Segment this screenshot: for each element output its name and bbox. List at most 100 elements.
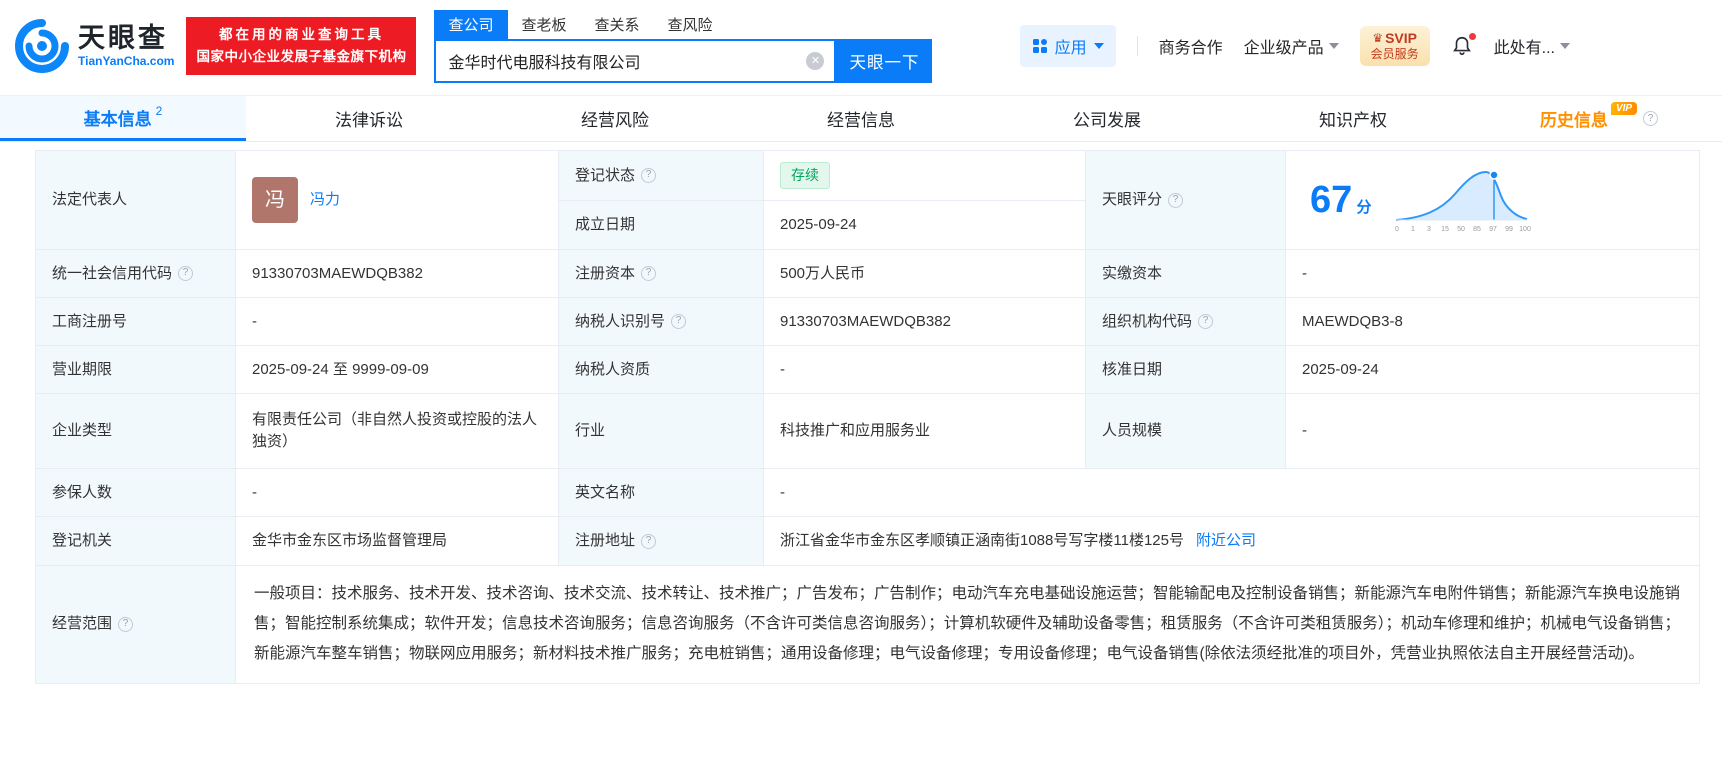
vip-tag: VIP (1611, 102, 1637, 115)
help-icon[interactable]: ? (1168, 193, 1183, 208)
app-menu-label: 应用 (1055, 34, 1087, 58)
field-value-insured-count: - (236, 469, 559, 517)
credit-code-label: 统一社会信用代码 (52, 263, 172, 285)
account-menu[interactable]: 此处有... (1494, 34, 1570, 58)
section-tabbar: 基本信息 2 法律诉讼 经营风险 经营信息 公司发展 知识产权 历史信息 VIP… (0, 95, 1722, 142)
help-icon[interactable]: ? (641, 266, 656, 281)
field-label-biz-term: 营业期限 (36, 346, 236, 394)
biz-coop-link[interactable]: 商务合作 (1159, 34, 1223, 58)
legal-rep-name-link[interactable]: 冯力 (310, 189, 340, 211)
company-type-value: 有限责任公司（非自然人投资或控股的法人独资） (252, 409, 542, 453)
notifications-button[interactable] (1451, 35, 1473, 57)
business-scope-label: 经营范围 (52, 613, 112, 635)
tianyancha-logo[interactable]: 天眼查 TianYanCha.com (14, 18, 174, 74)
field-label-reg-capital: 注册资本 ? (559, 250, 764, 298)
search-input[interactable] (436, 41, 834, 81)
logo-text: 天眼查 TianYanCha.com (78, 24, 174, 68)
score-distribution-chart: 0 1 3 15 50 85 97 99 100 (1393, 162, 1533, 238)
search-box: ✕ 天眼一下 (434, 39, 932, 83)
reg-capital-label: 注册资本 (575, 263, 635, 285)
field-value-reg-status: 存续 (764, 151, 1086, 201)
search-button[interactable]: 天眼一下 (836, 39, 932, 83)
insured-count-label: 参保人数 (52, 482, 112, 504)
brand-domain: TianYanCha.com (78, 54, 174, 68)
help-icon[interactable]: ? (641, 168, 656, 183)
industry-label: 行业 (575, 420, 605, 442)
field-label-reg-address: 注册地址 ? (559, 517, 764, 566)
english-name-value: - (780, 482, 785, 504)
help-icon[interactable]: ? (1643, 111, 1658, 126)
tab-lawsuits[interactable]: 法律诉讼 (246, 96, 492, 141)
help-icon[interactable]: ? (178, 266, 193, 281)
tab-basic-label: 基本信息 (84, 105, 152, 130)
status-badge: 存续 (780, 162, 830, 188)
est-date-value: 2025-09-24 (780, 214, 857, 236)
search-tab-risk[interactable]: 查风险 (654, 10, 727, 39)
app-menu-button[interactable]: 应用 (1020, 25, 1116, 67)
tax-qualification-value: - (780, 359, 785, 381)
help-icon[interactable]: ? (118, 617, 133, 632)
chevron-down-icon (1094, 43, 1104, 49)
field-label-staff-size: 人员规模 (1086, 394, 1286, 469)
search-tab-relation[interactable]: 查关系 (581, 10, 654, 39)
tax-id-value: 91330703MAEWDQB382 (780, 311, 951, 333)
tab-operating-risk[interactable]: 经营风险 (492, 96, 738, 141)
field-value-reg-authority: 金华市金东区市场监督管理局 (236, 517, 559, 566)
search-tab-company[interactable]: 查公司 (434, 10, 507, 39)
svg-text:100: 100 (1520, 226, 1532, 233)
svip-member-button[interactable]: ♛ SVIP 会员服务 (1360, 26, 1430, 67)
tab-business-info[interactable]: 经营信息 (738, 96, 984, 141)
tianyancha-swirl-icon (14, 18, 70, 74)
chevron-down-icon (1560, 43, 1570, 49)
notification-dot (1469, 33, 1476, 40)
clear-search-icon[interactable]: ✕ (806, 52, 824, 70)
field-value-tax-id: 91330703MAEWDQB382 (764, 298, 1086, 346)
nearby-companies-link[interactable]: 附近公司 (1196, 530, 1256, 552)
field-label-company-type: 企业类型 (36, 394, 236, 469)
est-date-label: 成立日期 (575, 214, 635, 236)
company-type-label: 企业类型 (52, 420, 112, 442)
business-scope-value: 一般项目：技术服务、技术开发、技术咨询、技术交流、技术转让、技术推广；广告发布；… (254, 585, 1680, 662)
field-value-reg-capital: 500万人民币 (764, 250, 1086, 298)
english-name-label: 英文名称 (575, 482, 635, 504)
reg-address-label: 注册地址 (575, 530, 635, 552)
paid-capital-label: 实缴资本 (1102, 263, 1162, 285)
field-value-approval-date: 2025-09-24 (1286, 346, 1700, 394)
nav-divider (1137, 36, 1138, 56)
svg-text:85: 85 (1474, 226, 1482, 233)
search-tabs: 查公司 查老板 查关系 查风险 (434, 10, 932, 39)
tab-history-info[interactable]: 历史信息 VIP ? (1476, 96, 1722, 141)
brand-name: 天眼查 (78, 24, 174, 54)
svg-text:99: 99 (1506, 226, 1514, 233)
field-value-org-code: MAEWDQB3-8 (1286, 298, 1700, 346)
search-tab-boss[interactable]: 查老板 (508, 10, 581, 39)
field-value-est-date: 2025-09-24 (764, 201, 1086, 250)
tab-intellectual-property[interactable]: 知识产权 (1230, 96, 1476, 141)
field-value-tax-qualification: - (764, 346, 1086, 394)
field-value-score: 67 分 0 1 3 15 50 85 97 99 100 (1286, 151, 1700, 250)
field-value-reg-number: - (236, 298, 559, 346)
apps-grid-icon (1032, 38, 1048, 54)
field-label-org-code: 组织机构代码 ? (1086, 298, 1286, 346)
field-label-score: 天眼评分 ? (1086, 151, 1286, 250)
field-value-business-scope: 一般项目：技术服务、技术开发、技术咨询、技术交流、技术转让、技术推广；广告发布；… (236, 566, 1700, 684)
enterprise-product-link[interactable]: 企业级产品 (1244, 34, 1339, 58)
field-label-industry: 行业 (559, 394, 764, 469)
search-area: 查公司 查老板 查关系 查风险 ✕ 天眼一下 (434, 10, 932, 83)
tab-basic-info[interactable]: 基本信息 2 (0, 96, 246, 141)
field-label-paid-capital: 实缴资本 (1086, 250, 1286, 298)
search-input-wrap: ✕ (434, 39, 836, 83)
field-label-reg-status: 登记状态 ? (559, 151, 764, 201)
help-icon[interactable]: ? (641, 534, 656, 549)
field-value-english-name: - (764, 469, 1700, 517)
tab-company-development[interactable]: 公司发展 (984, 96, 1230, 141)
reg-status-label: 登记状态 (575, 165, 635, 187)
field-value-credit-code: 91330703MAEWDQB382 (236, 250, 559, 298)
field-value-legal-rep: 冯 冯力 (236, 151, 559, 250)
legal-rep-label: 法定代表人 (52, 189, 127, 211)
legal-rep-avatar[interactable]: 冯 (252, 177, 298, 223)
field-label-tax-qualification: 纳税人资质 (559, 346, 764, 394)
biz-term-value: 2025-09-24 至 9999-09-09 (252, 359, 429, 381)
help-icon[interactable]: ? (671, 314, 686, 329)
help-icon[interactable]: ? (1198, 314, 1213, 329)
